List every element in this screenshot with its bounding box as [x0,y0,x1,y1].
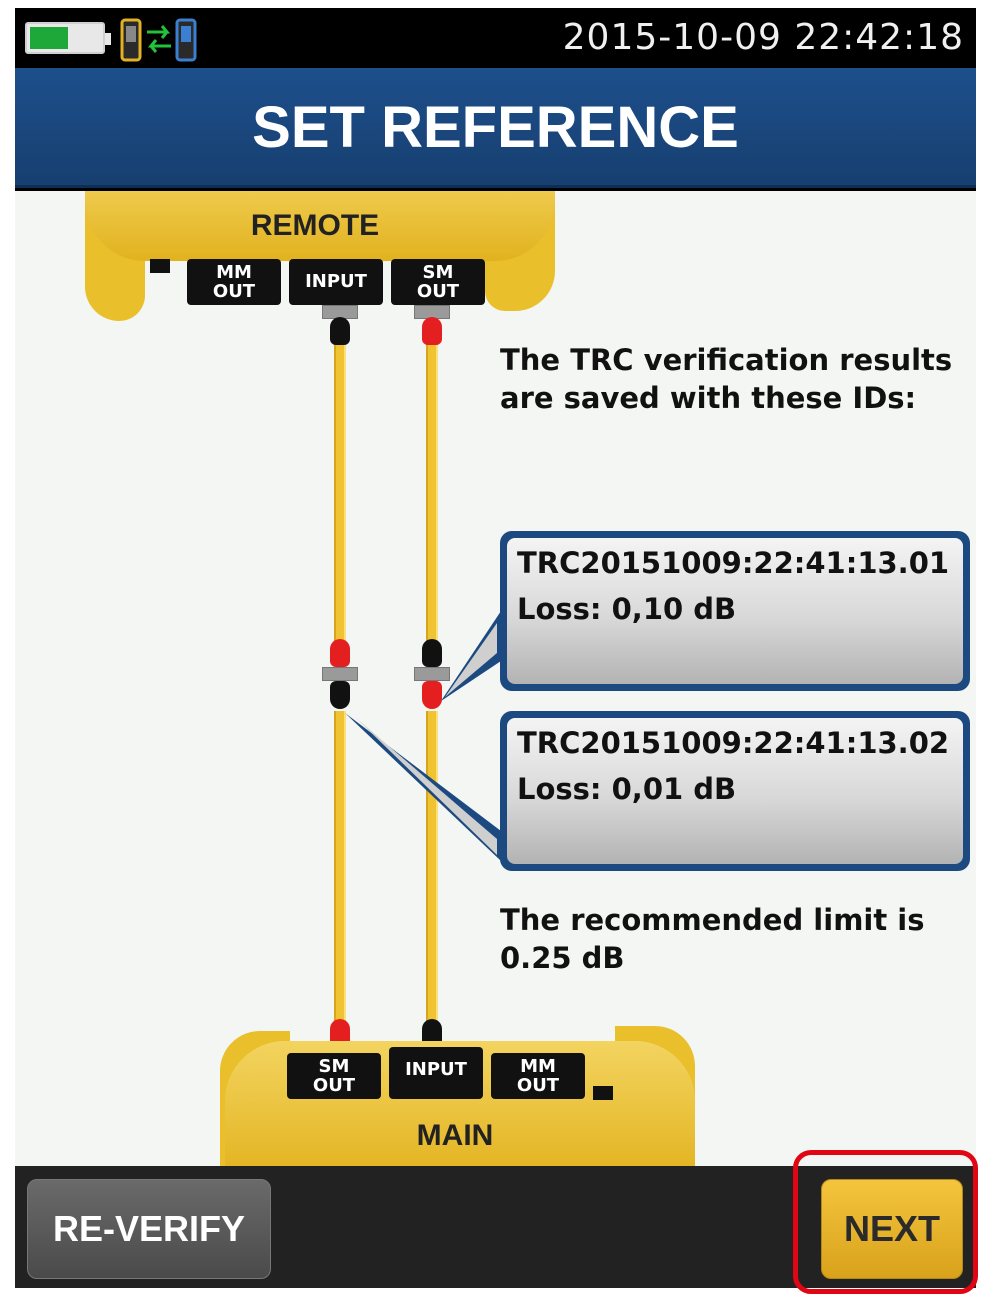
page-title: SET REFERENCE [252,95,739,160]
battery-icon [25,22,111,54]
result-callout: TRC20151009:22:41:13.01 Loss: 0,10 dB [500,531,970,691]
result-loss: Loss: 0,10 dB [517,592,737,626]
highlight-annotation [793,1150,978,1294]
remote-link-icon [120,18,197,62]
limit-text: The recommended limit is 0.25 dB [500,903,925,975]
result-callout: TRC20151009:22:41:13.02 Loss: 0,01 dB [500,711,970,871]
info-text: The TRC verification results are saved w… [500,343,953,415]
result-loss: Loss: 0,01 dB [517,772,737,806]
title-bar: SET REFERENCE [15,68,976,188]
connection-diagram: REMOTE MM OUT INPUT SM OUT SM OUT INPUT … [15,191,976,1166]
status-bar: 2015-10-09 22:42:18 [15,8,976,68]
date-time: 2015-10-09 22:42:18 [562,17,964,58]
result-id: TRC20151009:22:41:13.02 [517,726,950,760]
tester-screen: 2015-10-09 22:42:18 SET REFERENCE REMOTE… [15,8,976,1288]
result-id: TRC20151009:22:41:13.01 [517,546,950,580]
reverify-button[interactable]: RE-VERIFY [27,1179,271,1279]
